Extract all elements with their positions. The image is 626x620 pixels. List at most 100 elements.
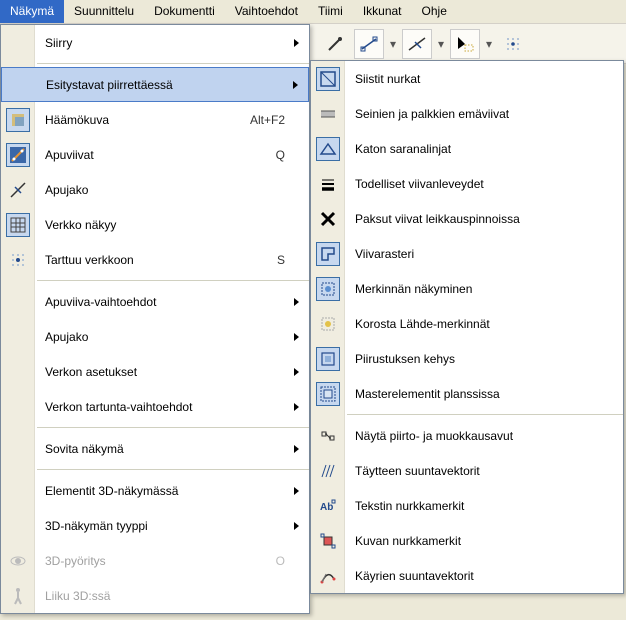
submenu-item-viivarasteri[interactable]: Viivarasteri [311,236,623,271]
submenu-label: Seinien ja palkkien emäviivat [355,107,509,121]
text-handles-icon: Ab [316,494,340,518]
menu-item-tarttuu-verkkoon[interactable]: Tarttuu verkkoon S [1,242,309,277]
tool-snap-b[interactable] [402,29,432,59]
menu-nakyma[interactable]: Näkymä [0,0,64,23]
submenu-label: Siistit nurkat [355,72,420,86]
menu-ikkunat[interactable]: Ikkunat [353,0,412,23]
tool-dropdown-3[interactable]: ▾ [484,29,494,59]
tool-dropdown-1[interactable]: ▾ [388,29,398,59]
grid-visible-icon [6,213,30,237]
menu-tiimi[interactable]: Tiimi [308,0,353,23]
submenu-item-taytteen[interactable]: Täytteen suuntavektorit [311,453,623,488]
submenu-item-siistit-nurkat[interactable]: Siistit nurkat [311,61,623,96]
tool-cursor-grid[interactable] [450,29,480,59]
menu-label: Siirry [45,36,285,50]
submenu-arrow-icon [294,368,299,376]
menu-label: Verkon tartunta-vaihtoehdot [45,400,285,414]
submenu-arrow-icon [294,333,299,341]
snap-a-icon [359,36,379,52]
submenu-label: Katon saranalinjat [355,142,451,156]
menu-item-apujako-2[interactable]: Apujako [1,319,309,354]
tool-eyedropper[interactable] [320,29,350,59]
spline-vectors-icon [316,564,340,588]
submenu-item-kuvan[interactable]: Kuvan nurkkamerkit [311,523,623,558]
walk-icon [6,584,30,608]
menu-label: Apujako [45,183,285,197]
menu-item-apujako[interactable]: Apujako [1,172,309,207]
submenu-label: Tekstin nurkkamerkit [355,499,464,513]
tool-snap-grid[interactable] [498,29,528,59]
menu-item-sovita-nakyma[interactable]: Sovita näkymä [1,431,309,466]
menu-item-verkon-tartunta[interactable]: Verkon tartunta-vaihtoehdot [1,389,309,424]
submenu-item-seinien[interactable]: Seinien ja palkkien emäviivat [311,96,623,131]
menu-item-verkko-nakyy[interactable]: Verkko näkyy [1,207,309,242]
submenu-label: Käyrien suuntavektorit [355,569,474,583]
submenu-item-kayrien[interactable]: Käyrien suuntavektorit [311,558,623,593]
menu-item-3d-tyyppi[interactable]: 3D-näkymän tyyppi [1,508,309,543]
guidelines-icon [6,143,30,167]
menu-shortcut: O [266,554,285,568]
menu-label: Häämökuva [45,113,240,127]
submenu-label: Todelliset viivanleveydet [355,177,484,191]
menu-item-verkon-asetukset[interactable]: Verkon asetukset [1,354,309,389]
master-items-icon [316,382,340,406]
submenu-arrow-icon [294,445,299,453]
submenu-label: Näytä piirto- ja muokkausavut [355,429,513,443]
menu-vaihtoehdot[interactable]: Vaihtoehdot [225,0,308,23]
submenu-label: Piirustuksen kehys [355,352,455,366]
menu-item-haamokuva[interactable]: Häämökuva Alt+F2 [1,102,309,137]
marker-visibility-icon [316,277,340,301]
wall-beams-icon [316,102,340,126]
submenu-item-tekstin[interactable]: Ab Tekstin nurkkamerkit [311,488,623,523]
submenu-item-korosta[interactable]: Korosta Lähde-merkinnät [311,306,623,341]
svg-text:Ab: Ab [320,502,333,513]
bold-cut-lines-icon [316,207,340,231]
tool-dropdown-2[interactable]: ▾ [436,29,446,59]
menu-label: Verkko näkyy [45,218,285,232]
submenu-item-paksut[interactable]: Paksut viivat leikkauspinnoissa [311,201,623,236]
highlight-source-icon [316,312,340,336]
orbit-icon [6,549,30,573]
menu-dokumentti[interactable]: Dokumentti [144,0,225,23]
submenu-item-nayta-piirto[interactable]: Näytä piirto- ja muokkausavut [311,418,623,453]
submenu-label: Korosta Lähde-merkinnät [355,317,490,331]
snap-to-grid-icon [6,248,30,272]
submenu-item-masterelementit[interactable]: Masterelementit planssissa [311,376,623,411]
submenu-item-todelliset[interactable]: Todelliset viivanleveydet [311,166,623,201]
menu-suunnittelu[interactable]: Suunnittelu [64,0,144,23]
menu-label: Liiku 3D:ssä [45,589,285,603]
menu-label: Tarttuu verkkoon [45,253,267,267]
snap-guides-icon [6,178,30,202]
submenu-label: Täytteen suuntavektorit [355,464,480,478]
tool-snap-a[interactable] [354,29,384,59]
menu-label: Sovita näkymä [45,442,285,456]
menu-item-esitystavat[interactable]: Esitystavat piirrettäessä [1,67,309,102]
true-lineweight-icon [316,172,340,196]
menu-item-3d-pyoritys: 3D-pyöritys O [1,543,309,578]
submenu-label: Paksut viivat leikkauspinnoissa [355,212,520,226]
line-raster-icon [316,242,340,266]
menu-separator [37,280,309,281]
submenu-label: Masterelementit planssissa [355,387,500,401]
clean-corners-icon [316,67,340,91]
submenu-arrow-icon [293,81,298,89]
menu-shortcut: Alt+F2 [240,113,285,127]
submenu-item-katon[interactable]: Katon saranalinjat [311,131,623,166]
menu-label: Verkon asetukset [45,365,285,379]
submenu-separator [347,414,623,415]
menu-item-elementit-3d[interactable]: Elementit 3D-näkymässä [1,473,309,508]
menu-item-siirry[interactable]: Siirry [1,25,309,60]
snap-grid-icon [504,35,522,53]
menu-label: 3D-näkymän tyyppi [45,519,285,533]
submenu-arrow-icon [294,522,299,530]
submenu-item-piirustuksen[interactable]: Piirustuksen kehys [311,341,623,376]
menu-label: Apuviivat [45,148,266,162]
view-menu-dropdown: Siirry Esitystavat piirrettäessä Häämöku… [0,24,310,614]
menu-label: Esitystavat piirrettäessä [46,78,284,92]
menu-item-apuviivat[interactable]: Apuviivat Q [1,137,309,172]
submenu-arrow-icon [294,403,299,411]
menu-item-apuviiva-vaihtoehdot[interactable]: Apuviiva-vaihtoehdot [1,284,309,319]
submenu-item-merkinnan[interactable]: Merkinnän näkyminen [311,271,623,306]
ghost-icon [6,108,30,132]
menu-ohje[interactable]: Ohje [412,0,457,23]
